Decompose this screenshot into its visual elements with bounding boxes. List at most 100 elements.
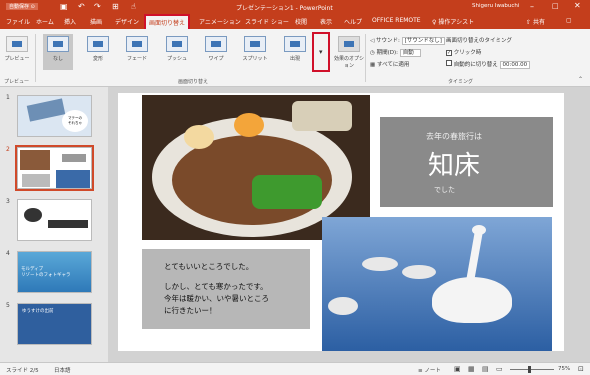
preview-button[interactable]: プレビュー	[2, 34, 32, 70]
tab-file[interactable]: ファイル	[6, 17, 30, 26]
slide-subtitle: 去年の春旅行は	[426, 132, 482, 141]
scallions-shape	[252, 175, 322, 209]
duration-control[interactable]: ◷ 期間(D): 自動	[370, 48, 421, 57]
on-click-checkbox[interactable]: ✓ クリック時	[446, 48, 481, 56]
sound-label: サウンド:	[375, 38, 400, 44]
zoom-slider-thumb[interactable]	[528, 366, 531, 373]
tab-transitions[interactable]: 画面切り替え	[143, 14, 191, 31]
close-icon[interactable]: ✕	[574, 1, 581, 10]
chevron-down-icon: ▾	[319, 48, 323, 56]
slide-thumb-text: モルディブ リゾートのフォトギャラ	[21, 267, 71, 278]
transition-split[interactable]: スプリット	[240, 34, 270, 70]
graphic-icon	[24, 208, 42, 222]
slide-number: 1	[6, 94, 10, 101]
swan-far	[362, 257, 398, 271]
effect-options-button[interactable]: 効果のオプション	[334, 34, 364, 70]
slide-thumbnail-2[interactable]	[15, 145, 94, 191]
tab-office-remote[interactable]: OFFICE REMOTE	[372, 17, 421, 24]
transition-reveal[interactable]: 出現	[280, 34, 310, 70]
egg-shape	[234, 113, 264, 137]
redo-icon[interactable]: ↷	[94, 2, 101, 11]
touch-mode-icon[interactable]: ☝	[131, 2, 136, 11]
after-input[interactable]: 00:00.00	[499, 61, 531, 69]
transition-label: フェード	[126, 56, 147, 62]
apply-all-label: すべてに適用	[376, 62, 410, 68]
tab-design[interactable]: デザイン	[115, 17, 139, 26]
tab-slideshow[interactable]: スライド ショー	[245, 17, 289, 26]
fit-slide-icon[interactable]: ⊡	[578, 365, 584, 373]
transition-none-icon	[47, 36, 69, 52]
gallery-more-button[interactable]: ▾	[312, 32, 330, 72]
separator	[365, 34, 366, 82]
group-preview-label: プレビュー	[4, 79, 30, 85]
transition-morph-icon	[87, 36, 109, 52]
after-checkbox[interactable]: 自動的に切り替え 00:00.00	[446, 60, 531, 69]
slide-number: 3	[6, 198, 10, 205]
transition-morph[interactable]: 変形	[83, 34, 113, 70]
swan-photo[interactable]	[322, 217, 552, 351]
tell-me-search[interactable]: ♀ 操作アシスト	[432, 17, 474, 26]
body-text-box[interactable]: とてもいいところでした。 しかし、とても寒かったです。 今年は暖かい、いや暑いと…	[142, 249, 310, 329]
transition-wipe[interactable]: ワイプ	[201, 34, 231, 70]
tab-help[interactable]: ヘルプ	[344, 17, 362, 26]
zoom-level[interactable]: 75%	[558, 366, 570, 372]
slide-number: 5	[6, 302, 10, 309]
notes-label: ノート	[424, 368, 441, 374]
slide-number: 4	[6, 250, 10, 257]
transition-label: なし	[52, 56, 63, 62]
tab-draw[interactable]: 描画	[90, 17, 102, 26]
tab-view[interactable]: 表示	[320, 17, 332, 26]
normal-view-icon[interactable]: ▣	[454, 365, 461, 373]
window-title: プレゼンテーション1 - PowerPoint	[236, 5, 333, 12]
slide-thumbnail-5[interactable]: ゆうすけの出前	[17, 303, 92, 345]
tab-animations[interactable]: アニメーション	[199, 17, 241, 26]
duration-label: 期間(D):	[376, 50, 398, 56]
advance-heading: 画面切り替えのタイミング	[446, 38, 513, 44]
slideshow-view-icon[interactable]: ▭	[496, 365, 503, 373]
zoom-slider[interactable]	[510, 369, 554, 370]
slide-title: 知床	[428, 151, 481, 181]
title-box[interactable]: 去年の春旅行は 知床 でした	[380, 117, 553, 207]
reading-view-icon[interactable]: ▤	[482, 365, 489, 373]
tab-home[interactable]: ホーム	[36, 17, 54, 26]
egg-shape	[184, 125, 214, 149]
transition-fade[interactable]: フェード	[122, 34, 152, 70]
slide-thumbnail-3[interactable]	[17, 199, 92, 241]
duration-input[interactable]: 自動	[399, 49, 421, 57]
user-name[interactable]: Shigeru Iwabuchi	[472, 3, 519, 9]
slide-thumbnail-1[interactable]: マテーの それちゃ	[17, 95, 92, 137]
autosave-toggle[interactable]: 自動保存 ⊙	[6, 3, 38, 10]
share-button[interactable]: ⇧ 共有	[526, 17, 545, 26]
transition-label: プッシュ	[166, 56, 187, 62]
language-indicator[interactable]: 日本語	[54, 366, 71, 374]
swan-far	[402, 265, 436, 279]
sound-control[interactable]: ◁ サウンド: [サウンドなし]	[370, 36, 445, 45]
sound-select[interactable]: [サウンドなし]	[401, 37, 445, 45]
transition-none[interactable]: なし	[43, 34, 73, 70]
separator	[35, 34, 36, 82]
checkbox-icon	[446, 60, 452, 66]
apply-all-button[interactable]: ▦ すべてに適用	[370, 60, 409, 68]
tab-review[interactable]: 校閲	[295, 17, 307, 26]
minimize-icon[interactable]: –	[530, 2, 534, 11]
slide-thumb-text: マテーの それちゃ	[62, 110, 88, 132]
transition-reveal-icon	[284, 36, 306, 52]
tab-insert[interactable]: 挿入	[64, 17, 76, 26]
sorter-view-icon[interactable]: ▦	[468, 365, 475, 373]
collapse-ribbon-icon[interactable]: ⌃	[578, 76, 583, 83]
undo-icon[interactable]: ↶	[78, 2, 85, 11]
current-slide[interactable]: 去年の春旅行は 知床 でした とてもいいところでした。 しかし、とても寒かったで…	[118, 93, 564, 351]
present-icon[interactable]: ⊞	[112, 2, 119, 11]
transition-push[interactable]: プッシュ	[162, 34, 192, 70]
save-icon[interactable]: ▣	[60, 2, 68, 11]
transition-label: 出現	[289, 56, 300, 62]
tell-me-label: 操作アシスト	[438, 19, 475, 26]
slide-number: 2	[6, 146, 10, 153]
maximize-icon[interactable]: □	[552, 2, 559, 10]
slide-thumbnail-4[interactable]: モルディブ リゾートのフォトギャラ	[17, 251, 92, 293]
swan-far	[328, 297, 358, 315]
checkmark-icon: ✓	[446, 50, 452, 56]
comments-icon[interactable]: ▢	[566, 17, 572, 24]
notes-button[interactable]: ≡ ノート	[418, 366, 441, 374]
ramen-image	[20, 150, 50, 170]
